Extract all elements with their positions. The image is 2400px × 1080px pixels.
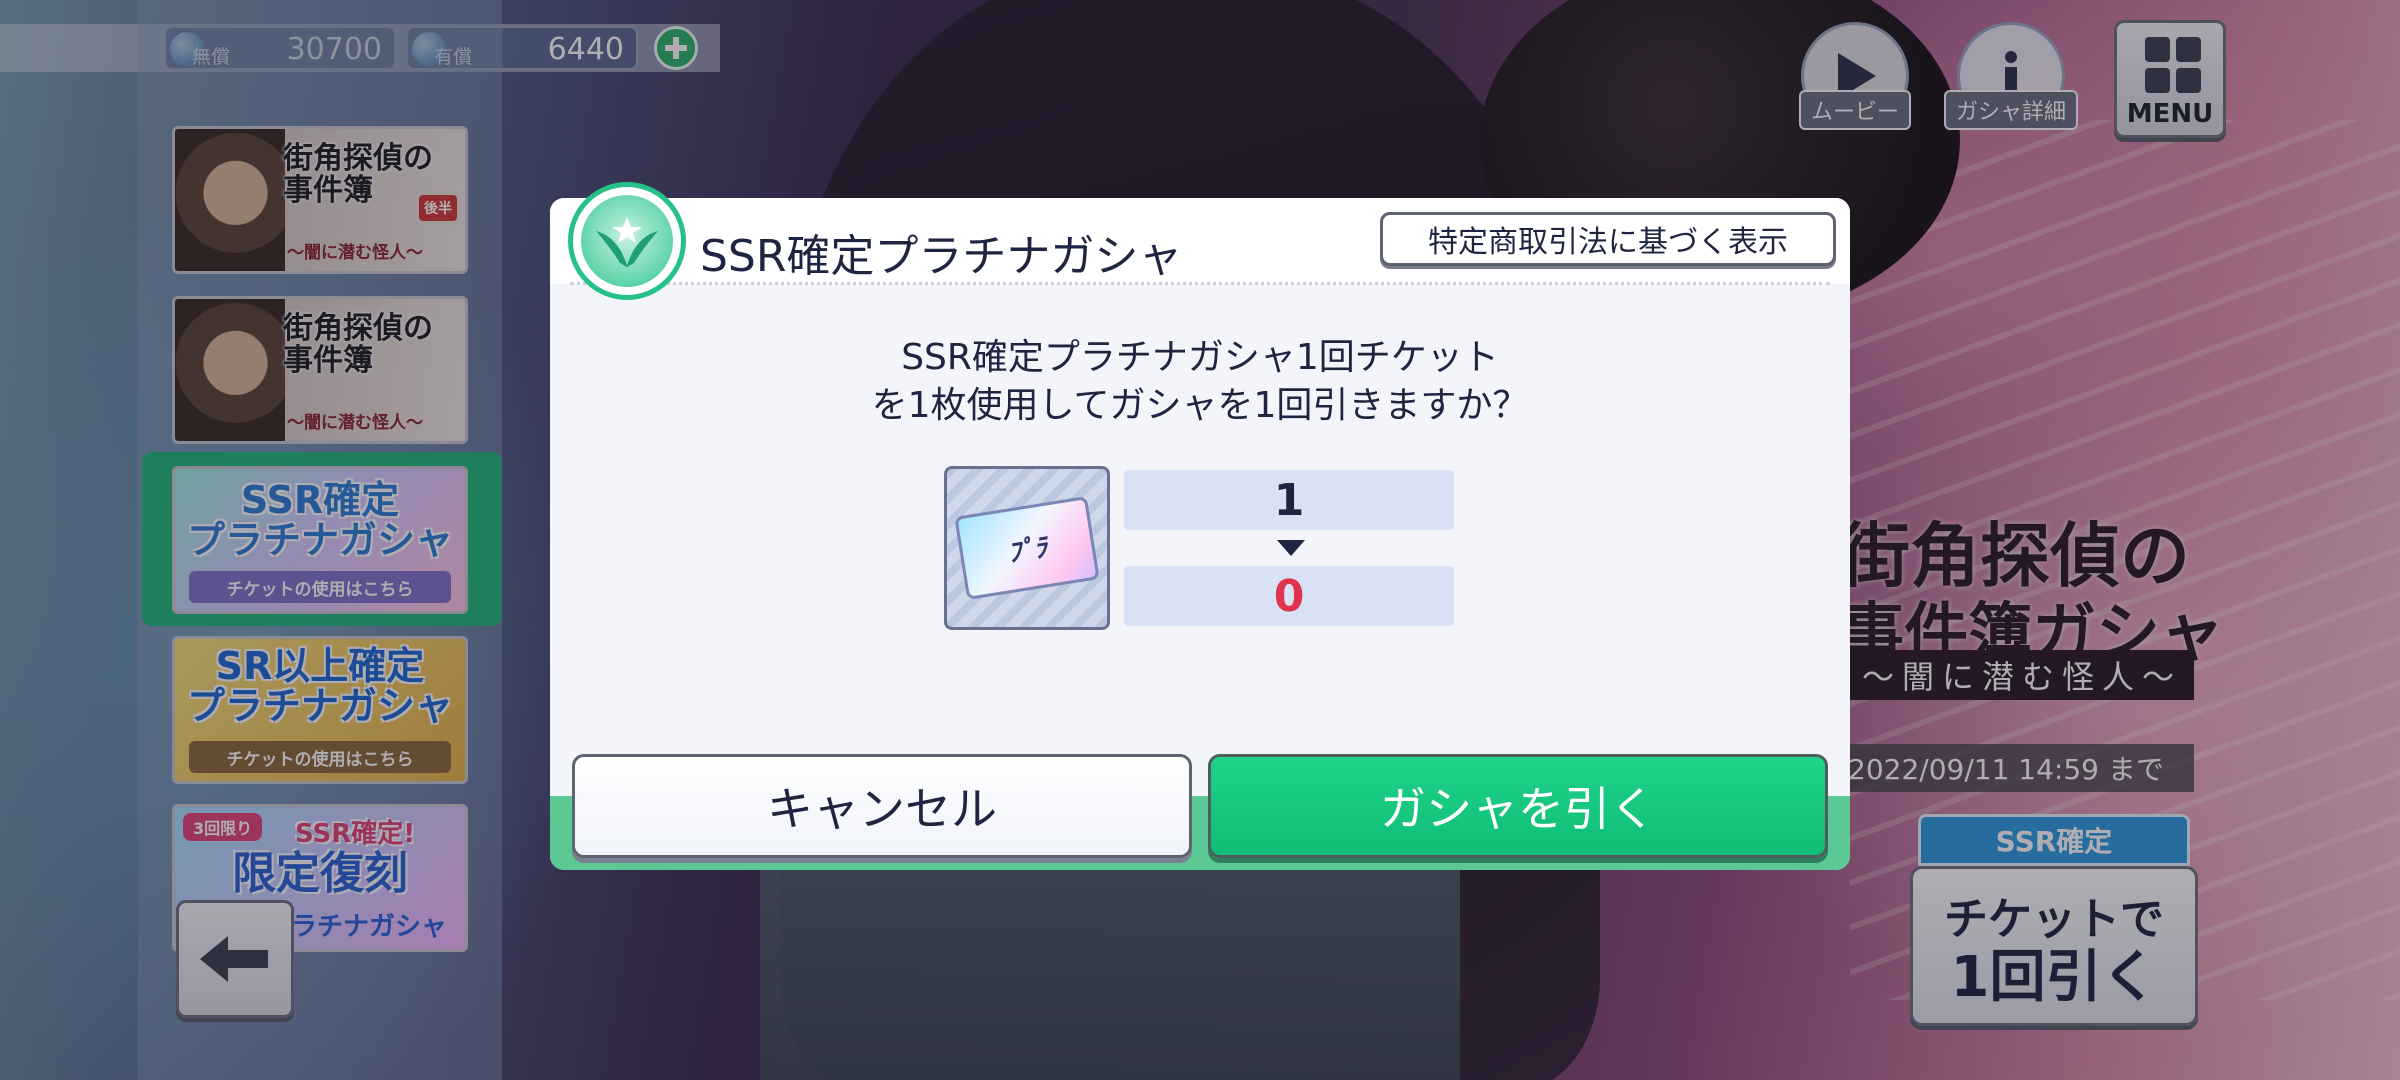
dialog-message-line2: を1枚使用してガシャを1回引きますか？ [871,385,1529,426]
gacha-confirm-dialog: SSR確定プラチナガシャ 特定商取引法に基づく表示 SSR確定プラチナガシャ1回… [550,182,1850,876]
platinum-emblem-icon [568,182,686,300]
ticket-card-mark: ﾌﾟﾗ [1005,532,1049,569]
ticket-count-after: 0 [1124,566,1454,626]
draw-gacha-button[interactable]: ガシャを引く [1208,754,1828,858]
ticket-card: ﾌﾟﾗ [954,496,1100,600]
ticket-icon: ﾌﾟﾗ [944,466,1110,630]
dialog-message-line1: SSR確定プラチナガシャ1回チケット [901,337,1499,378]
arrow-down-icon [1277,540,1305,556]
dialog-message: SSR確定プラチナガシャ1回チケット を1枚使用してガシャを1回引きますか？ [550,334,1850,430]
wing-star-icon [596,217,658,267]
legal-notice-button[interactable]: 特定商取引法に基づく表示 [1380,212,1836,266]
dialog-body: SSR確定プラチナガシャ 特定商取引法に基づく表示 SSR確定プラチナガシャ1回… [550,198,1850,870]
emblem-inner [581,195,673,287]
ticket-count-before: 1 [1124,470,1454,530]
cancel-button[interactable]: キャンセル [572,754,1192,858]
dialog-title: SSR確定プラチナガシャ [700,231,1183,282]
